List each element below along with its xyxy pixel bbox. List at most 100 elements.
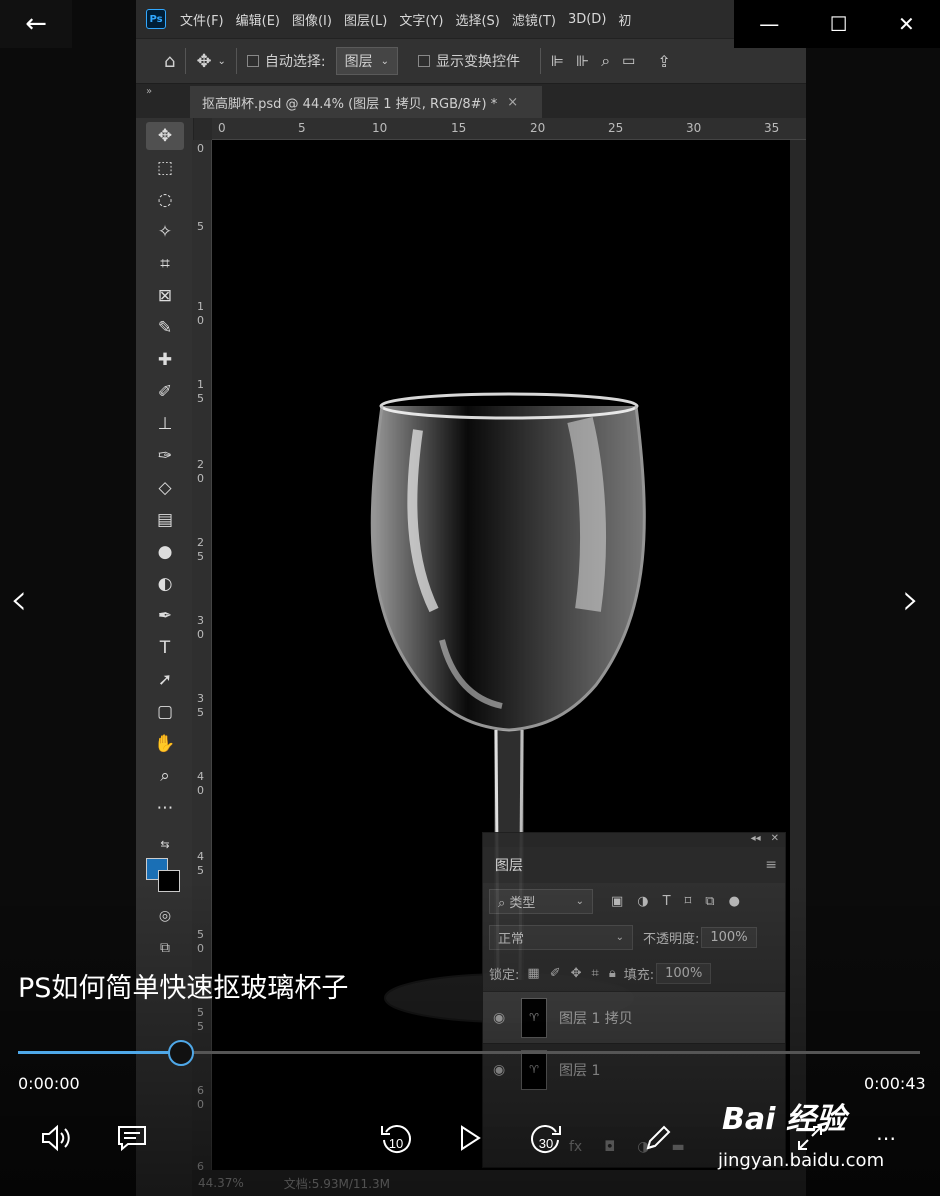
move-tool-icon[interactable]: ✥ bbox=[146, 122, 184, 150]
background-color-swatch[interactable] bbox=[158, 870, 180, 892]
play-icon[interactable] bbox=[450, 1118, 490, 1158]
filter-adjustment-icon[interactable]: ◑ bbox=[637, 894, 648, 909]
menu-edit[interactable]: 编辑(E) bbox=[236, 10, 280, 29]
filter-toggle-icon[interactable]: ● bbox=[729, 894, 740, 909]
swap-colors-icon[interactable]: ⇆ bbox=[146, 830, 184, 858]
opacity-input[interactable]: 100% bbox=[701, 926, 757, 948]
watermark-url: jingyan.baidu.com bbox=[718, 1150, 885, 1171]
filter-shape-icon[interactable]: ⌑ bbox=[685, 894, 692, 909]
filter-kind-value: ⌕ 类型 bbox=[498, 895, 536, 911]
eyedropper-icon[interactable]: ✎ bbox=[146, 314, 184, 342]
window-controls: — ☐ ✕ bbox=[734, 0, 940, 48]
path-select-icon[interactable]: ➚ bbox=[146, 666, 184, 694]
menu-view[interactable]: 初 bbox=[618, 10, 631, 29]
close-panel-icon[interactable]: ✕ bbox=[771, 833, 779, 847]
more-tools-icon[interactable]: ⋯ bbox=[146, 794, 184, 822]
next-chevron-icon[interactable]: › bbox=[902, 574, 920, 625]
stamp-tool-icon[interactable]: ⊥ bbox=[146, 410, 184, 438]
filter-pixel-icon[interactable]: ▣ bbox=[611, 894, 623, 909]
filter-kind-dropdown[interactable]: ⌕ 类型 ⌄ bbox=[489, 888, 593, 914]
video-title: PS如何简单快速抠玻璃杯子 bbox=[18, 973, 349, 1004]
pen-icon[interactable] bbox=[638, 1118, 678, 1158]
filter-smart-object-icon[interactable]: ⧉ bbox=[705, 894, 714, 909]
shape-tool-icon[interactable]: ▢ bbox=[146, 698, 184, 726]
document-tab[interactable]: 抠高脚杯.psd @ 44.4% (图层 1 拷贝, RGB/8#) * × bbox=[190, 86, 542, 118]
eye-icon[interactable]: ◉ bbox=[493, 1062, 511, 1078]
lock-position-icon[interactable]: ✥ bbox=[571, 966, 582, 981]
maximize-icon[interactable]: ☐ bbox=[830, 12, 848, 36]
collapse-toolbar-icon[interactable]: » bbox=[146, 86, 152, 97]
add-mask-icon[interactable]: ◘ bbox=[604, 1139, 615, 1155]
fill-input[interactable]: 100% bbox=[656, 962, 712, 984]
gradient-tool-icon[interactable]: ▤ bbox=[146, 506, 184, 534]
progress-thumb[interactable] bbox=[168, 1040, 194, 1066]
frame-tool-icon[interactable]: ⊠ bbox=[146, 282, 184, 310]
volume-icon[interactable] bbox=[36, 1118, 76, 1158]
ruler-label: 10 bbox=[372, 121, 388, 135]
blur-tool-icon[interactable]: ● bbox=[146, 538, 184, 566]
brush-tool-icon[interactable]: ✐ bbox=[146, 378, 184, 406]
collapse-panel-icon[interactable]: ◂◂ bbox=[751, 833, 761, 847]
layers-panel-title[interactable]: 图层 bbox=[495, 855, 523, 875]
history-brush-icon[interactable]: ✑ bbox=[146, 442, 184, 470]
magic-wand-icon[interactable]: ✧ bbox=[146, 218, 184, 246]
minimize-icon[interactable]: — bbox=[759, 12, 779, 36]
skip-back-label: 10 bbox=[389, 1136, 403, 1151]
menu-filter[interactable]: 滤镜(T) bbox=[512, 10, 556, 29]
dodge-tool-icon[interactable]: ◐ bbox=[146, 570, 184, 598]
screen-mode-icon[interactable]: ⧉ bbox=[146, 934, 184, 962]
crop-tool-icon[interactable]: ⌗ bbox=[146, 250, 184, 278]
skip-forward-label: 30 bbox=[539, 1136, 553, 1151]
align-left-icon[interactable]: ⊫ bbox=[551, 52, 564, 70]
auto-select-dropdown[interactable]: 图层 ⌄ bbox=[335, 47, 399, 75]
lock-artboard-icon[interactable]: ⌗ bbox=[592, 966, 599, 981]
menu-3d[interactable]: 3D(D) bbox=[568, 12, 606, 27]
menu-layer[interactable]: 图层(L) bbox=[344, 10, 387, 29]
eraser-tool-icon[interactable]: ◇ bbox=[146, 474, 184, 502]
show-transform-checkbox[interactable] bbox=[418, 55, 431, 67]
lock-all-icon[interactable]: 🔒︎ bbox=[609, 966, 616, 981]
panel-menu-icon[interactable]: ≡ bbox=[765, 857, 777, 873]
layer-style-icon[interactable]: fx bbox=[569, 1139, 582, 1155]
close-icon[interactable]: ✕ bbox=[898, 12, 915, 36]
layer-row[interactable]: ◉ ♈ 图层 1 拷贝 bbox=[483, 991, 785, 1043]
zoom-level[interactable]: 44.37% bbox=[198, 1176, 244, 1190]
menu-type[interactable]: 文字(Y) bbox=[399, 10, 443, 29]
lock-fill-row: 锁定: ▦ ✐ ✥ ⌗ 🔒︎ 填充: 100% bbox=[483, 955, 785, 991]
lock-transparency-icon[interactable]: ▦ bbox=[527, 966, 539, 981]
chevron-down-icon[interactable]: ⌄ bbox=[218, 56, 226, 67]
marquee-tool-icon[interactable]: ⬚ bbox=[146, 154, 184, 182]
zoom-tool-icon[interactable]: ⌕ bbox=[146, 762, 184, 790]
skip-back-button[interactable]: 10 bbox=[376, 1118, 416, 1158]
quick-mask-icon[interactable]: ◎ bbox=[146, 902, 184, 930]
healing-brush-icon[interactable]: ✚ bbox=[146, 346, 184, 374]
lock-paint-icon[interactable]: ✐ bbox=[550, 966, 561, 981]
menu-select[interactable]: 选择(S) bbox=[455, 10, 499, 29]
align-center-icon[interactable]: ⊪ bbox=[576, 52, 589, 70]
home-icon[interactable]: ⌂ bbox=[164, 51, 175, 72]
move-tool-icon[interactable]: ✥ bbox=[196, 51, 211, 72]
search-icon[interactable]: ⌕ bbox=[601, 51, 610, 71]
menu-file[interactable]: 文件(F) bbox=[180, 10, 224, 29]
progress-track[interactable] bbox=[18, 1051, 920, 1054]
type-tool-icon[interactable]: T bbox=[146, 634, 184, 662]
skip-forward-button[interactable]: 30 bbox=[526, 1118, 566, 1158]
previous-chevron-icon[interactable]: ‹ bbox=[10, 574, 28, 625]
filter-type-icon[interactable]: T bbox=[663, 894, 671, 909]
blend-mode-dropdown[interactable]: 正常 ⌄ bbox=[489, 924, 633, 950]
ruler-label: 30 bbox=[686, 121, 702, 135]
subtitles-icon[interactable] bbox=[112, 1118, 152, 1158]
layer-name: 图层 1 bbox=[559, 1062, 601, 1079]
back-arrow-icon[interactable]: ← bbox=[0, 0, 72, 48]
auto-select-checkbox[interactable] bbox=[246, 55, 259, 67]
ruler-label: 25 bbox=[608, 121, 624, 135]
lasso-tool-icon[interactable]: ◌ bbox=[146, 186, 184, 214]
share-icon[interactable]: ⇪ bbox=[657, 52, 670, 71]
pen-tool-icon[interactable]: ✒ bbox=[146, 602, 184, 630]
eye-icon[interactable]: ◉ bbox=[493, 1010, 511, 1026]
workspace-icon[interactable]: ▭ bbox=[622, 53, 635, 69]
menu-image[interactable]: 图像(I) bbox=[292, 10, 332, 29]
ruler-label: 20 bbox=[530, 121, 546, 135]
close-tab-icon[interactable]: × bbox=[507, 95, 518, 110]
hand-tool-icon[interactable]: ✋ bbox=[146, 730, 184, 758]
